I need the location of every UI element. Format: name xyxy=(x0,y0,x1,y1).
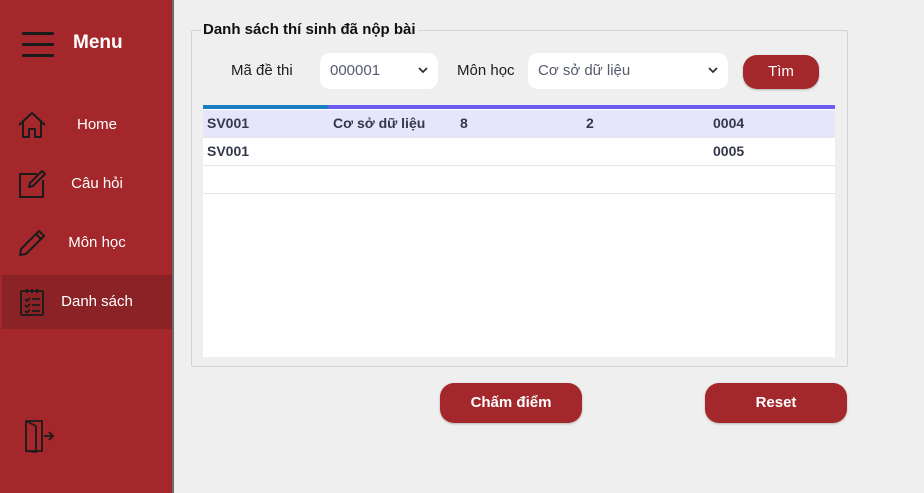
sidebar-item-home[interactable]: Home xyxy=(2,98,172,152)
reset-button[interactable]: Reset xyxy=(705,383,847,423)
sidebar-item-label: Câu hỏi xyxy=(71,175,123,192)
search-button[interactable]: Tìm xyxy=(743,55,819,89)
sidebar: Menu Home Câu hỏi Môn học Danh sách xyxy=(0,0,172,493)
exam-code-value: 000001 xyxy=(330,62,381,79)
table-row[interactable]: SV001 0005 xyxy=(203,138,835,166)
sidebar-item-list[interactable]: Danh sách xyxy=(2,275,172,329)
grid-header-bar xyxy=(328,105,835,109)
table-cell: 8 xyxy=(460,115,468,131)
subject-value: Cơ sở dữ liệu xyxy=(538,62,631,79)
menu-header: Menu xyxy=(0,22,172,62)
table-cell: 0005 xyxy=(713,143,745,159)
subject-select[interactable]: Cơ sở dữ liệu xyxy=(528,53,728,89)
sidebar-item-label: Home xyxy=(76,116,117,133)
main-content: Danh sách thí sinh đã nộp bài Mã đề thi … xyxy=(172,0,924,493)
sidebar-item-questions[interactable]: Câu hỏi xyxy=(2,157,172,211)
menu-title: Menu xyxy=(73,32,123,53)
chevron-down-icon xyxy=(708,67,718,74)
sidebar-item-subjects[interactable]: Môn học xyxy=(2,216,172,270)
table-cell: Cơ sở dữ liệu xyxy=(333,115,426,131)
hamburger-menu-icon[interactable] xyxy=(22,32,54,58)
exam-code-select[interactable]: 000001 xyxy=(320,53,438,89)
submissions-table[interactable]: SV001 Cơ sở dữ liệu 8 2 0004 SV001 0005 xyxy=(203,105,835,357)
table-cell: SV001 xyxy=(207,115,250,131)
group-title: Danh sách thí sinh đã nộp bài xyxy=(201,21,418,38)
table-cell: 2 xyxy=(586,115,594,131)
grid-header-bar xyxy=(203,105,328,109)
chevron-down-icon xyxy=(418,67,428,74)
sidebar-item-label: Môn học xyxy=(68,234,126,251)
sidebar-item-label: Danh sách xyxy=(61,293,133,310)
table-row[interactable] xyxy=(203,166,835,194)
exit-icon[interactable] xyxy=(22,418,54,454)
subject-label: Môn học xyxy=(457,62,515,79)
grade-button[interactable]: Chấm điểm xyxy=(440,383,582,423)
table-row[interactable]: SV001 Cơ sở dữ liệu 8 2 0004 xyxy=(203,110,835,138)
exam-code-label: Mã đề thi xyxy=(231,62,293,79)
table-cell: SV001 xyxy=(207,143,250,159)
table-cell: 0004 xyxy=(713,115,745,131)
